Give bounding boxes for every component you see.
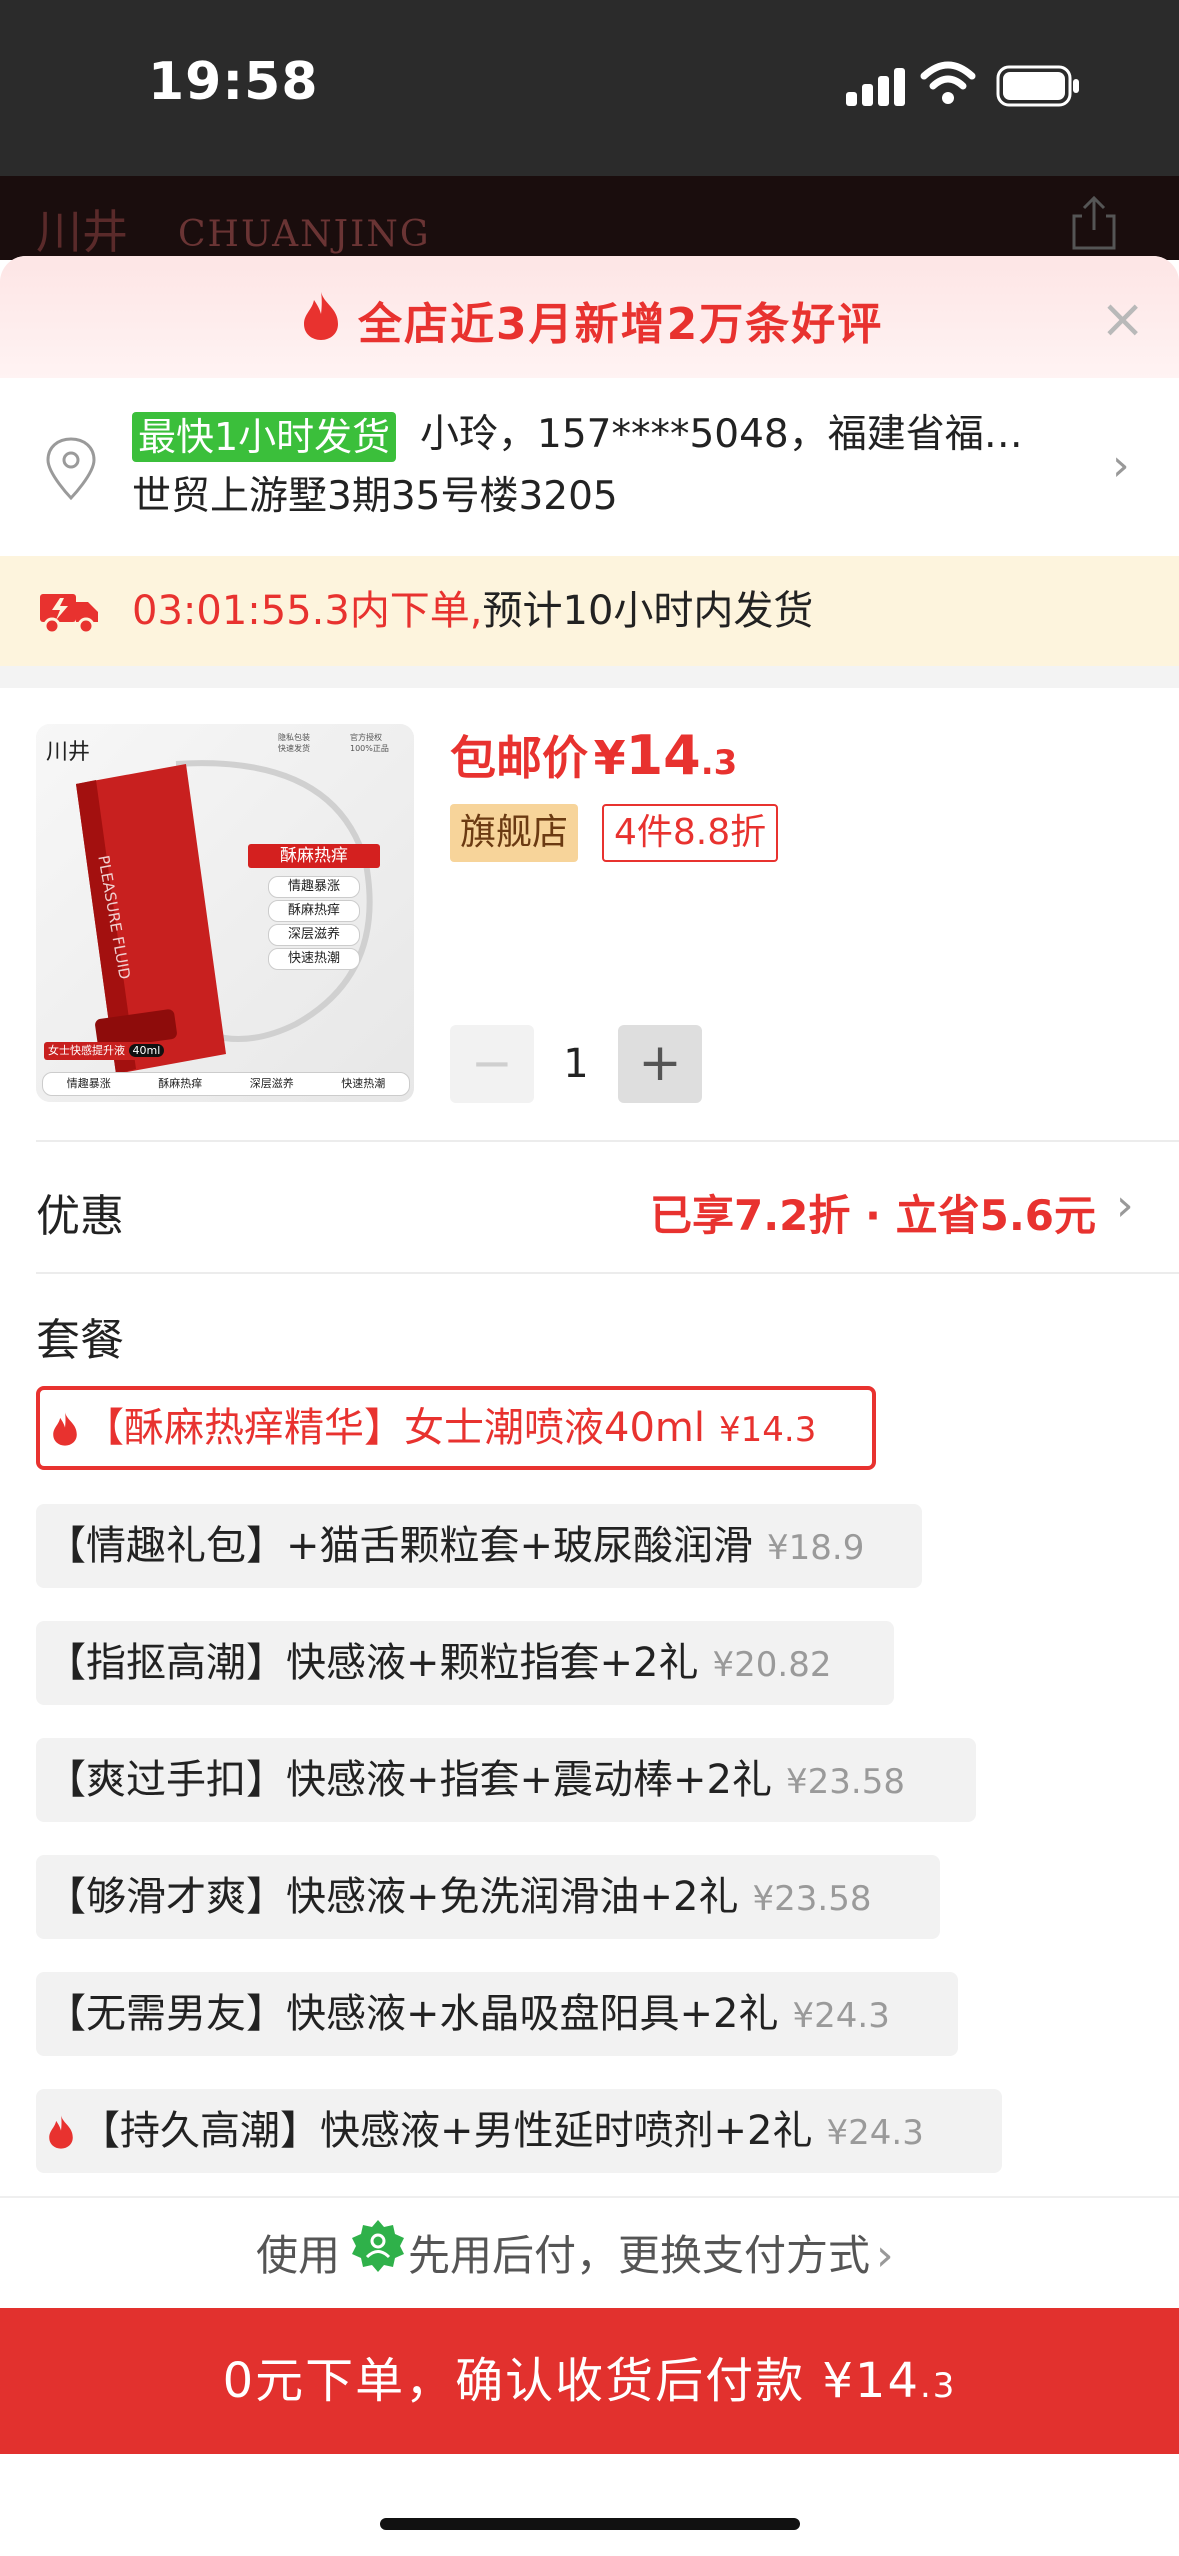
section-divider: [0, 666, 1179, 688]
store-header: [0, 176, 1179, 260]
delivery-truck-icon: [40, 594, 98, 635]
store-logo: 川井: [36, 205, 128, 259]
checkout-button[interactable]: 0元下单，确认收货后付款 ¥14.3: [0, 2308, 1179, 2454]
quantity-increase-button[interactable]: +: [618, 1025, 702, 1103]
divider: [36, 1140, 1179, 1142]
image-logo: 川井: [46, 740, 91, 765]
image-volume: 40ml: [128, 1044, 165, 1057]
package-price: ¥20.82: [712, 1645, 832, 1685]
package-price: ¥23.58: [752, 1879, 872, 1919]
image-feature-row-item: 酥麻热痒: [158, 1077, 203, 1090]
quantity-value[interactable]: 1: [534, 1025, 618, 1103]
delivery-estimate: 预计10小时内发货: [482, 588, 814, 634]
package-name: 【爽过手扣】快感液+指套+震动棒+2礼: [46, 1757, 772, 1803]
package-option[interactable]: 【情趣礼包】+猫舌颗粒套+玻尿酸润滑 ¥18.9: [36, 1504, 922, 1588]
image-feature: 酥麻热痒: [268, 900, 360, 922]
package-option[interactable]: 【持久高潮】快感液+男性延时喷剂+2礼 ¥24.3: [36, 2089, 1002, 2173]
image-badge-privacy: 隐私包装 快速发货: [278, 733, 310, 753]
package-option[interactable]: 【够滑才爽】快感液+免洗润滑油+2礼 ¥23.58: [36, 1855, 940, 1939]
image-feature-row-item: 情趣暴涨: [66, 1077, 111, 1090]
flame-icon: [49, 2115, 73, 2149]
payment-prefix: 使用: [256, 2231, 341, 2280]
package-option[interactable]: 【无需男友】快感液+水晶吸盘阳具+2礼 ¥24.3: [36, 1972, 958, 2056]
package-price: ¥24.3: [826, 2113, 924, 2153]
chevron-right-icon[interactable]: ›: [1112, 440, 1130, 491]
package-name: 【指抠高潮】快感液+颗粒指套+2礼: [46, 1640, 699, 1686]
package-price: ¥24.3: [792, 1996, 890, 2036]
fast-shipping-badge: 最快1小时发货: [132, 412, 397, 462]
package-name: 【情趣礼包】+猫舌颗粒套+玻尿酸润滑: [46, 1523, 754, 1569]
image-feature-row-item: 深层滋养: [249, 1077, 294, 1090]
image-feature-row-item: 快速热潮: [341, 1077, 386, 1090]
address-detail: 世贸上游墅3期35号楼3205: [132, 474, 618, 519]
address-contact: 小玲，157****5048，福建省福…: [420, 412, 1023, 457]
checkout-text: 0元下单，确认收货后付款 ¥14: [222, 2353, 920, 2409]
cellular-signal-icon: [846, 66, 906, 106]
pay-later-badge-icon: [352, 2220, 404, 2272]
wifi-icon: [920, 61, 976, 104]
image-feature-row: 情趣暴涨 酥麻热痒 深层滋养 快速热潮: [42, 1072, 410, 1096]
delivery-text: 03:01:55.3内下单,预计10小时内发货: [132, 586, 813, 636]
discount-value: 已享7.2折 · 立省5.6元: [650, 1191, 1097, 1240]
discount-label: 优惠: [36, 1191, 124, 1242]
price: 包邮价 ¥14.3: [450, 722, 737, 788]
package-name: 【够滑才爽】快感液+免洗润滑油+2礼: [46, 1874, 739, 1920]
share-icon[interactable]: [1064, 192, 1124, 252]
location-pin-icon: [46, 437, 96, 501]
package-title: 套餐: [36, 1315, 124, 1366]
image-main-tag: 酥麻热痒: [248, 844, 380, 868]
price-label: 包邮价: [450, 731, 588, 785]
status-time: 19:58: [148, 52, 319, 112]
promo-text: 全店近3月新增2万条好评: [358, 299, 884, 350]
package-price: ¥14.3: [718, 1410, 817, 1450]
chevron-right-icon[interactable]: ›: [1116, 1180, 1134, 1231]
image-feature: 深层滋养: [268, 924, 360, 946]
delivery-countdown: 03:01:55.3内下单,: [132, 588, 483, 634]
battery-icon: [996, 65, 1079, 107]
package-name: 【酥麻热痒精华】女士潮喷液40ml: [84, 1405, 705, 1451]
image-feature: 情趣暴涨: [268, 876, 360, 898]
package-name: 【无需男友】快感液+水晶吸盘阳具+2礼: [46, 1991, 779, 2037]
price-int: 14: [625, 724, 701, 787]
price-symbol: ¥: [593, 731, 626, 785]
package-price: ¥23.58: [786, 1762, 905, 1802]
package-name: 【持久高潮】快感液+男性延时喷剂+2礼: [80, 2108, 813, 2154]
home-indicator[interactable]: [380, 2518, 800, 2530]
package-price: ¥18.9: [767, 1528, 865, 1568]
divider: [36, 1272, 1179, 1274]
image-badge-official: 官方授权 100%正品: [350, 733, 389, 753]
product-image[interactable]: 川井 隐私包装 快速发货 官方授权 100%正品 PLEASURE FLUID …: [36, 724, 414, 1102]
address-row[interactable]: [0, 380, 1179, 556]
flame-icon: [53, 1412, 77, 1446]
bulk-discount-tag: 4件8.8折: [602, 804, 779, 862]
image-volume-tag: 女士快感提升液 40ml: [44, 1042, 169, 1060]
store-brand: CHUANJING: [178, 214, 431, 255]
flame-icon: [304, 292, 338, 340]
quantity-decrease-button[interactable]: −: [450, 1025, 534, 1103]
image-feature: 快速热潮: [268, 948, 360, 970]
checkout-price-dec: .3: [919, 2366, 957, 2406]
flagship-store-tag: 旗舰店: [450, 804, 579, 862]
image-volume-tag-text: 女士快感提升液: [48, 1044, 125, 1057]
close-icon[interactable]: ×: [1100, 292, 1145, 346]
package-option[interactable]: 【爽过手扣】快感液+指套+震动棒+2礼 ¥23.58: [36, 1738, 976, 1822]
package-option-selected[interactable]: 【酥麻热痒精华】女士潮喷液40ml ¥14.3: [36, 1386, 876, 1470]
package-option[interactable]: 【指抠高潮】快感液+颗粒指套+2礼 ¥20.82: [36, 1621, 894, 1705]
chevron-right-icon[interactable]: ›: [876, 2230, 894, 2281]
price-dec: .3: [700, 743, 738, 783]
payment-method: 先用后付，更换支付方式: [408, 2231, 871, 2280]
